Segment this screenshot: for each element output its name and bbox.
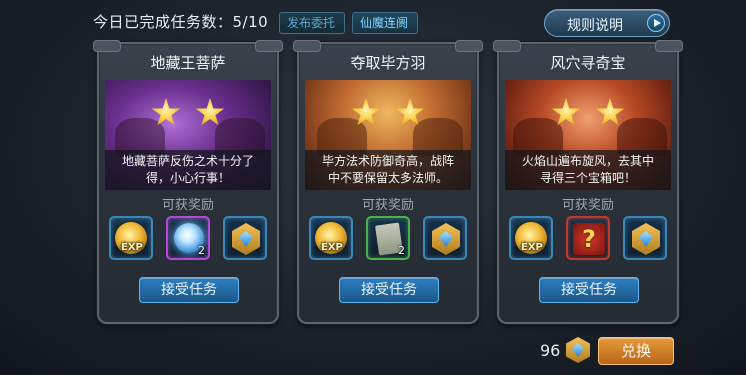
- reward-count: 2: [198, 244, 205, 257]
- reward-slot[interactable]: EXP: [509, 216, 553, 260]
- quest-description: 毕方法术防御奇高，战阵 中不要保留太多法师。: [305, 150, 471, 190]
- star-icon: [595, 98, 625, 126]
- reward-list: EXP 2: [309, 216, 469, 262]
- accept-quest-button[interactable]: 接受任务: [339, 277, 439, 303]
- star-icon: [395, 98, 425, 126]
- reward-list: EXP 2: [109, 216, 269, 262]
- difficulty-stars: [305, 98, 471, 132]
- quest-title: 地藏王菩萨: [150, 54, 226, 72]
- star-icon: [551, 98, 581, 126]
- quest-description: 火焰山遍布旋风，去其中 寻得三个宝箱吧！: [505, 150, 671, 190]
- quest-card: 夺取毕方羽 毕方法术防御奇高，战阵 中不要保留太多法师。 可获奖励 EXP 2 …: [293, 40, 483, 324]
- exp-text: EXP: [321, 242, 343, 253]
- rules-button-label: 规则说明: [567, 18, 623, 34]
- reward-count: 2: [398, 244, 405, 257]
- star-icon: [195, 98, 225, 126]
- quest-image: 火焰山遍布旋风，去其中 寻得三个宝箱吧！: [505, 80, 671, 190]
- mystery-box-icon: [573, 223, 605, 255]
- reward-label: 可获奖励: [561, 198, 614, 213]
- star-icon: [151, 98, 181, 126]
- quest-description-line: 火焰山遍布旋风，去其中: [521, 154, 654, 168]
- daily-progress-text: 今日已完成任务数：5/10: [93, 13, 269, 31]
- difficulty-stars: [105, 98, 271, 132]
- quest-description-line: 毕方法术防御奇高，战阵: [321, 154, 454, 168]
- exp-text: EXP: [121, 242, 143, 253]
- crest-icon: [432, 223, 460, 255]
- reward-slot[interactable]: EXP: [109, 216, 153, 260]
- quest-description: 地藏菩萨反伤之术十分了 得，小心行事！: [105, 150, 271, 190]
- crest-icon: [632, 223, 660, 255]
- reward-slot[interactable]: 2: [166, 216, 210, 260]
- crest-icon: [232, 223, 260, 255]
- accept-quest-button[interactable]: 接受任务: [139, 277, 239, 303]
- accept-quest-button[interactable]: 接受任务: [539, 277, 639, 303]
- reward-slot[interactable]: [423, 216, 467, 260]
- reward-slot[interactable]: 2: [366, 216, 410, 260]
- quest-description-line: 地藏菩萨反伤之术十分了: [121, 154, 254, 168]
- crest-icon: [566, 337, 590, 363]
- quest-card: 地藏王菩萨 地藏菩萨反伤之术十分了 得，小心行事！ 可获奖励 EXP 2 接受任…: [93, 40, 283, 324]
- reward-slot[interactable]: [566, 216, 610, 260]
- reward-slot[interactable]: EXP: [309, 216, 353, 260]
- quest-description-line: 得，小心行事！: [145, 171, 230, 185]
- rules-button[interactable]: 规则说明: [544, 9, 670, 37]
- currency-amount: 96: [540, 341, 561, 360]
- reward-label: 可获奖励: [161, 198, 214, 213]
- exchange-button[interactable]: 兑换: [598, 337, 674, 365]
- exp-text: EXP: [521, 242, 543, 253]
- quest-description-line: 寻得三个宝箱吧！: [539, 171, 636, 185]
- reward-slot[interactable]: [623, 216, 667, 260]
- difficulty-stars: [505, 98, 671, 132]
- quest-card: 风穴寻奇宝 火焰山遍布旋风，去其中 寻得三个宝箱吧！ 可获奖励 EXP 接受任务: [493, 40, 683, 324]
- star-icon: [351, 98, 381, 126]
- quest-title: 风穴寻奇宝: [550, 54, 626, 72]
- reward-list: EXP: [509, 216, 669, 262]
- quest-image: 地藏菩萨反伤之术十分了 得，小心行事！: [105, 80, 271, 190]
- tab-publish-commission[interactable]: 发布委托: [279, 12, 345, 34]
- reward-slot[interactable]: [223, 216, 267, 260]
- quest-title: 夺取毕方羽: [350, 54, 426, 72]
- quest-image: 毕方法术防御奇高，战阵 中不要保留太多法师。: [305, 80, 471, 190]
- top-bar: 今日已完成任务数：5/10 发布委托 仙魔连阓 规则说明: [0, 0, 746, 40]
- arrow-right-icon: [647, 14, 665, 32]
- reward-label: 可获奖励: [361, 198, 414, 213]
- quest-description-line: 中不要保留太多法师。: [327, 171, 448, 185]
- tab-immortal-demon[interactable]: 仙魔连阓: [352, 12, 418, 34]
